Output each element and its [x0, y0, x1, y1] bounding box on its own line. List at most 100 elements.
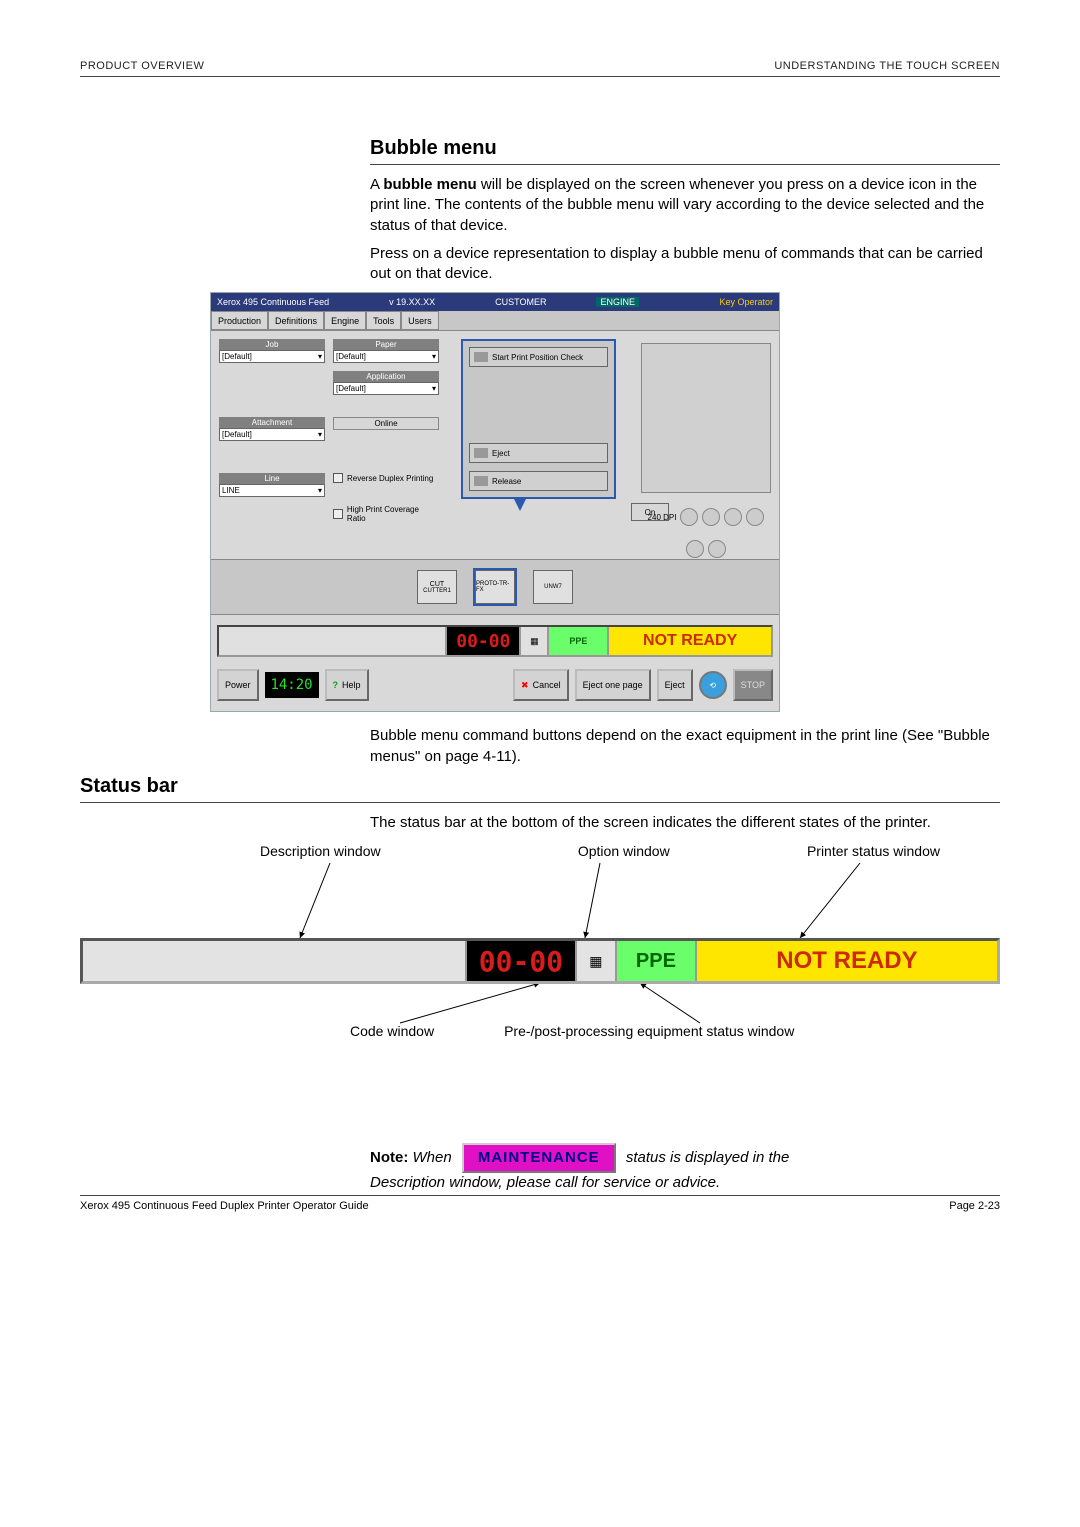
checkbox-icon	[333, 509, 343, 519]
tab-production[interactable]: Production	[211, 311, 268, 330]
status-icon[interactable]	[702, 508, 720, 526]
status-ppe: PPE	[549, 627, 609, 655]
attachment-select[interactable]: [Default]	[219, 428, 325, 441]
footer-right: Page 2-23	[949, 1200, 1000, 1212]
status-icon[interactable]	[724, 508, 742, 526]
maintenance-badge: MAINTENANCE	[462, 1143, 616, 1173]
status-code: 00-00	[447, 627, 521, 655]
status-icon[interactable]	[686, 540, 704, 558]
paper-select[interactable]: [Default]	[333, 350, 439, 363]
bubble-release[interactable]: Release	[469, 471, 608, 491]
bottom-button-row: Power 14:20 ?Help ✖ Cancel Eject one page…	[217, 665, 773, 705]
device-proto[interactable]: PROTO-TR-FX	[475, 570, 515, 604]
paper-label: Paper	[333, 339, 439, 350]
title-version: v 19.XX.XX	[389, 297, 435, 307]
status-icon[interactable]	[708, 540, 726, 558]
online-button[interactable]: Online	[333, 417, 439, 430]
title-key-operator: Key Operator	[719, 297, 773, 307]
clock-display: 14:20	[265, 672, 319, 698]
application-label: Application	[333, 371, 439, 382]
page-header: PRODUCT OVERVIEW UNDERSTANDING THE TOUCH…	[80, 60, 1000, 77]
bubble-p1: A bubble menu will be displayed on the s…	[370, 175, 1000, 236]
sb-top-labels: Description window Option window Printer…	[80, 843, 1000, 859]
bubble-eject[interactable]: Eject	[469, 443, 608, 463]
device-preview-panel	[641, 343, 771, 493]
rev-label: Reverse Duplex Printing	[347, 474, 433, 483]
sb-bottom-labels: Code window Pre-/post-processing equipme…	[80, 1023, 1000, 1039]
note-rest1: status is displayed in the	[626, 1149, 789, 1166]
header-left: PRODUCT OVERVIEW	[80, 60, 204, 72]
tab-tools[interactable]: Tools	[366, 311, 401, 330]
printer-icon	[474, 352, 488, 362]
status-icon[interactable]	[680, 508, 698, 526]
device-cutter[interactable]: CUTCUTTER1	[417, 570, 457, 604]
status-printer: NOT READY	[609, 627, 771, 655]
label-printer-status-window: Printer status window	[807, 843, 940, 859]
tab-users[interactable]: Users	[401, 311, 439, 330]
tab-engine[interactable]: Engine	[324, 311, 366, 330]
proto-label: PROTO-TR-FX	[476, 581, 514, 593]
status-icon[interactable]	[746, 508, 764, 526]
hp-label: High Print Coverage Ratio	[347, 505, 439, 523]
status-bar-large: 00-00 ▦ PPE NOT READY	[80, 938, 1000, 984]
unw-label: UNW7	[544, 584, 562, 590]
help-label: Help	[342, 680, 361, 690]
cancel-button[interactable]: ✖ Cancel	[513, 669, 569, 701]
b1-label: Start Print Position Check	[492, 353, 583, 362]
app-titlebar: Xerox 495 Continuous Feed v 19.XX.XX CUS…	[211, 293, 779, 311]
application-select[interactable]: [Default]	[333, 382, 439, 395]
production-panel: Job [Default] Paper [Default] Applicatio…	[219, 339, 439, 531]
cancel-label: Cancel	[533, 680, 561, 690]
footer-left: Xerox 495 Continuous Feed Duplex Printer…	[80, 1200, 369, 1212]
status-code-window: 00-00	[467, 941, 577, 981]
b2-label: Eject	[492, 449, 510, 458]
label-option-window: Option window	[578, 843, 670, 859]
title-product: Xerox 495 Continuous Feed	[217, 297, 329, 307]
eject-button[interactable]: Eject	[657, 669, 693, 701]
section-bubble-title: Bubble menu	[370, 137, 1000, 165]
status-description-window	[83, 941, 467, 981]
cut-label: CUT	[430, 581, 444, 588]
reverse-duplex-checkbox[interactable]: Reverse Duplex Printing	[333, 473, 439, 483]
status-ppe-window: PPE	[617, 941, 697, 981]
line-label: Line	[219, 473, 325, 484]
tab-definitions[interactable]: Definitions	[268, 311, 324, 330]
bubble-p3: Bubble menu command buttons depend on th…	[370, 726, 1000, 767]
line-select[interactable]: LINE	[219, 484, 325, 497]
label-description-window: Description window	[260, 843, 381, 859]
checkbox-icon	[333, 473, 343, 483]
note-lead: Note:	[370, 1149, 408, 1166]
eject-one-page-button[interactable]: Eject one page	[575, 669, 651, 701]
bubble-menu: Start Print Position Check Eject Release	[461, 339, 616, 499]
p1a: A	[370, 176, 383, 193]
bubble-start-print-check[interactable]: Start Print Position Check	[469, 347, 608, 367]
label-code-window: Code window	[350, 1023, 434, 1039]
help-icon: ?	[333, 680, 339, 690]
status-description	[219, 627, 447, 655]
stop-button[interactable]: ⟲	[699, 671, 727, 699]
power-button[interactable]: Power	[217, 669, 259, 701]
label-ppe-window: Pre-/post-processing equipment status wi…	[504, 1023, 794, 1039]
note-rest2: Description window, please call for serv…	[370, 1174, 720, 1191]
maintenance-note: Note: When MAINTENANCE status is display…	[370, 1143, 1000, 1194]
statusbar-p1: The status bar at the bottom of the scre…	[370, 813, 1000, 833]
cutter-label: CUTTER1	[423, 588, 451, 594]
stop-label-button[interactable]: STOP	[733, 669, 773, 701]
title-engine: ENGINE	[596, 297, 639, 307]
help-button[interactable]: ?Help	[325, 669, 369, 701]
print-line: CUTCUTTER1 PROTO-TR-FX UNW7	[211, 559, 779, 615]
stop-icon: ⟲	[709, 681, 716, 690]
device-unwinder[interactable]: UNW7	[533, 570, 573, 604]
cancel-icon: ✖	[521, 680, 529, 691]
job-label: Job	[219, 339, 325, 350]
job-select[interactable]: [Default]	[219, 350, 325, 363]
statusbar-figure: Description window Option window Printer…	[80, 843, 1000, 1113]
device-icons-row: 240 DPI	[641, 503, 771, 563]
touchscreen-screenshot: Xerox 495 Continuous Feed v 19.XX.XX CUS…	[210, 292, 780, 712]
b3-label: Release	[492, 477, 521, 486]
printer-icon	[474, 476, 488, 486]
status-option-window: ▦	[577, 941, 617, 981]
title-customer: CUSTOMER	[495, 297, 546, 307]
status-bar-small: 00-00 ▦ PPE NOT READY	[217, 625, 773, 657]
high-coverage-checkbox[interactable]: High Print Coverage Ratio	[333, 505, 439, 523]
